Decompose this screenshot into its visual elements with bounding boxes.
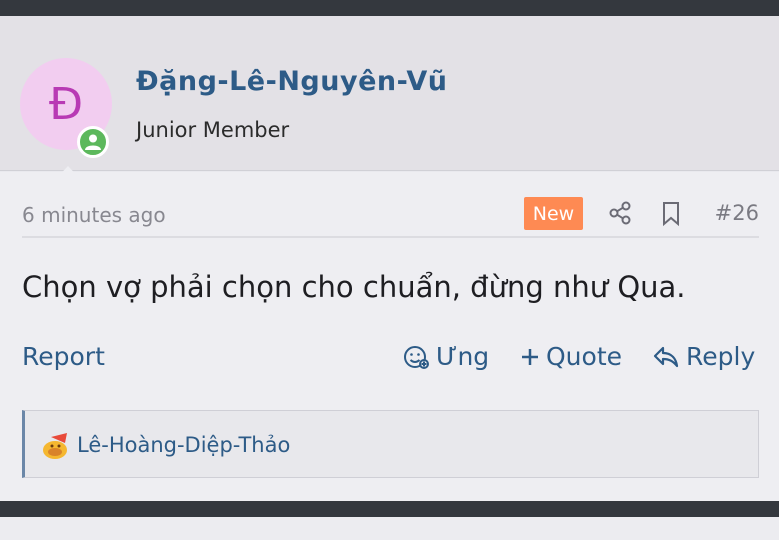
reaction-users-link[interactable]: Lê-Hoàng-Diệp-Thảo: [77, 433, 290, 457]
post-body: 6 minutes ago New #26 Chọn vợ phải chọn …: [0, 172, 779, 501]
share-icon[interactable]: [607, 200, 633, 226]
reply-icon: [653, 346, 679, 367]
react-button[interactable]: Ưng: [402, 342, 489, 371]
post-number-link[interactable]: #26: [715, 201, 759, 225]
report-label: Report: [22, 342, 105, 371]
react-icon: [404, 345, 429, 369]
post-message: Chọn vợ phải chọn cho chuẩn, đừng như Qu…: [22, 270, 686, 304]
user-online-icon: [77, 126, 109, 158]
quote-button[interactable]: Quote: [520, 342, 622, 371]
username-link[interactable]: Đặng-Lê-Nguyên-Vũ: [136, 66, 447, 97]
reactions-bar[interactable]: Lê-Hoàng-Diệp-Thảo: [22, 410, 759, 478]
plus-icon: [522, 348, 538, 365]
new-badge: New: [524, 197, 583, 230]
top-bar: [0, 0, 779, 16]
avatar-letter: Đ: [48, 78, 84, 130]
react-label: Ưng: [436, 342, 490, 371]
post-author-header: Đ Đặng-Lê-Nguyên-Vũ Junior Member: [0, 16, 779, 188]
report-button[interactable]: Report: [22, 342, 105, 371]
reply-button[interactable]: Reply: [652, 342, 755, 371]
next-post-area: [0, 517, 779, 540]
bottom-bar: [0, 501, 779, 517]
quote-label: Quote: [546, 342, 623, 371]
post-meta-row: 6 minutes ago New #26: [22, 172, 759, 238]
post-timestamp[interactable]: 6 minutes ago: [22, 203, 166, 227]
reply-label: Reply: [686, 342, 756, 371]
reaction-emoji-icon: [41, 431, 75, 461]
post-actions: Report Ưng Quote Reply: [22, 342, 759, 378]
bookmark-icon[interactable]: [660, 201, 682, 227]
user-title: Junior Member: [136, 118, 290, 142]
